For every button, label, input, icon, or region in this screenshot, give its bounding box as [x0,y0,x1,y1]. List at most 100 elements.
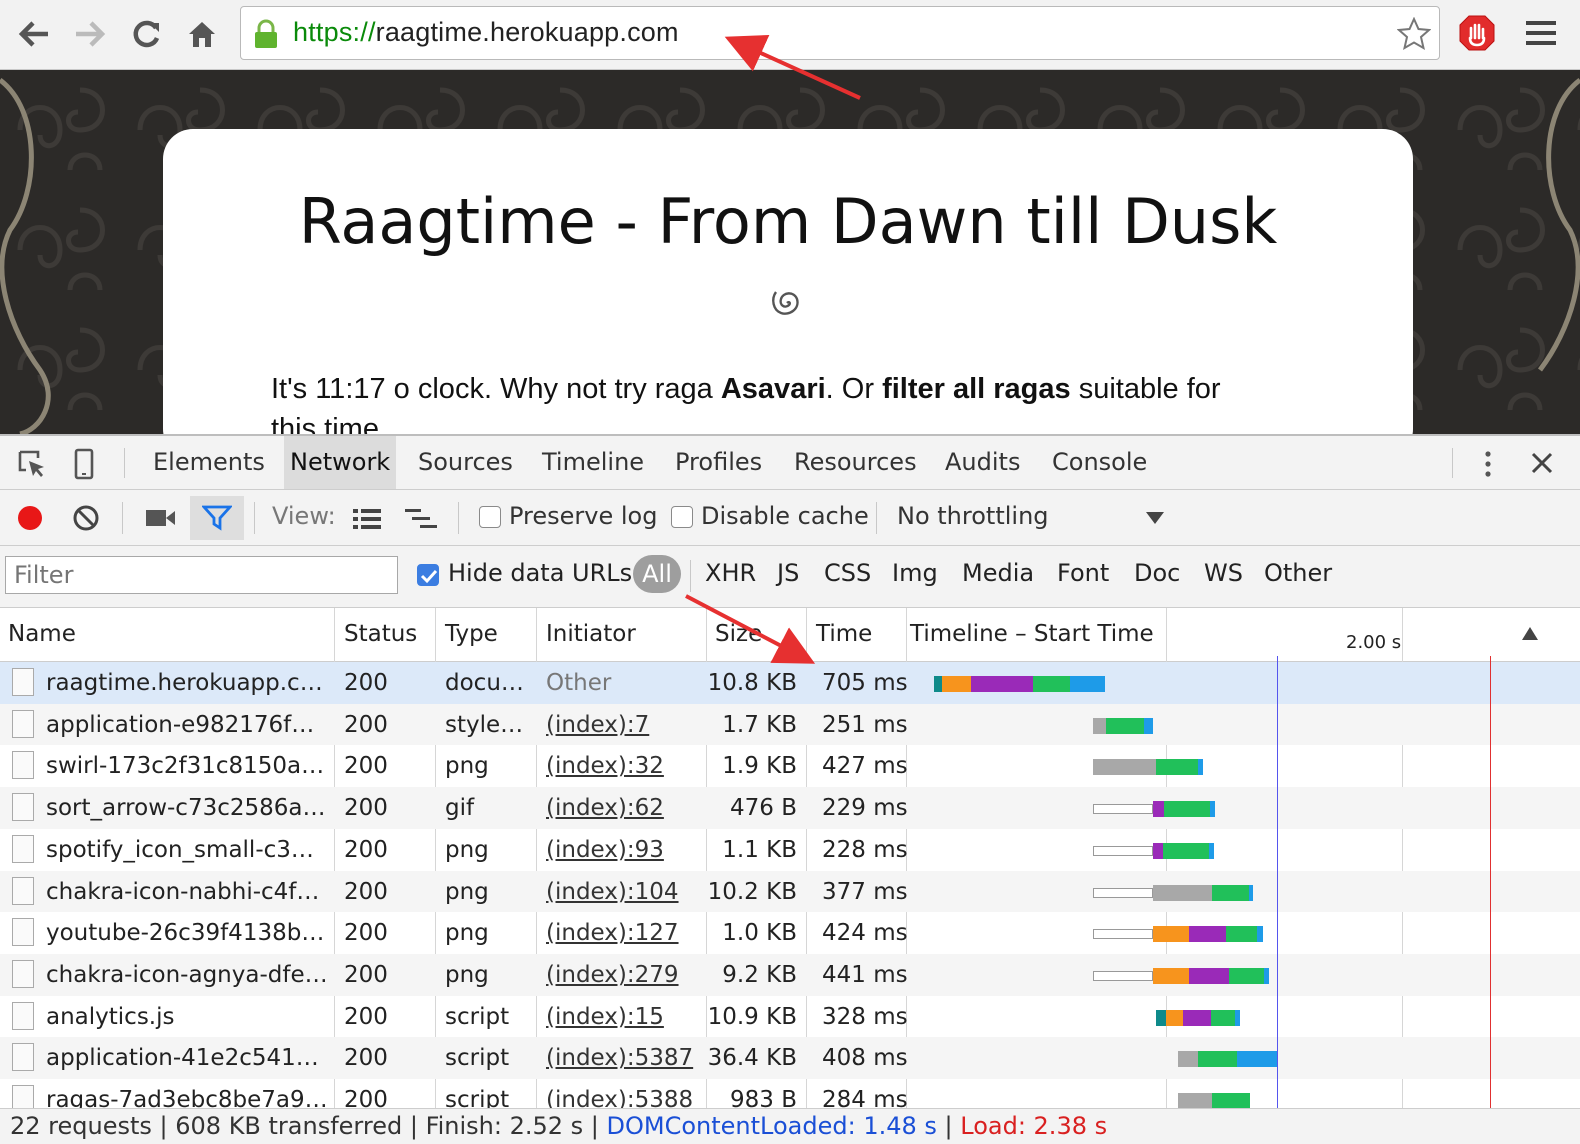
column-initiator[interactable]: Initiator [546,621,636,647]
table-row[interactable]: application-e982176f8… 200 styles… (index):… [0,703,1580,746]
tab-timeline[interactable]: Timeline [542,436,644,489]
request-initiator[interactable]: (index):5388 [546,1087,693,1108]
filter-type-js[interactable]: JS [777,559,799,587]
column-name[interactable]: Name [8,621,76,647]
address-bar[interactable]: https://raagtime.herokuapp.com [240,6,1440,60]
close-icon[interactable] [1530,451,1554,475]
more-options-icon[interactable] [1478,448,1498,480]
waterfall-bar-segment [1093,717,1106,734]
clear-icon[interactable] [72,504,100,532]
inspect-element-icon[interactable] [16,448,48,480]
table-row[interactable]: analytics.js 200 script (index):15 10.9 KB 32… [0,996,1580,1038]
waterfall-bar-segment [1153,926,1189,943]
table-row[interactable]: chakra-icon-agnya-dfe… 200 png (index):279 9… [0,953,1580,996]
filter-type-other[interactable]: Other [1264,559,1332,587]
preserve-log-label: Preserve log [509,502,658,530]
tab-resources[interactable]: Resources [794,436,917,489]
request-initiator[interactable]: (index):279 [546,962,679,988]
page-title: Raagtime - From Dawn till Dusk [298,185,1278,258]
preserve-log-checkbox[interactable] [479,506,501,528]
tab-profiles[interactable]: Profiles [675,436,762,489]
column-status[interactable]: Status [344,621,417,647]
table-row[interactable]: spotify_icon_small-c3d… 200 png (index):93 1… [0,829,1580,871]
request-initiator[interactable]: (index):127 [546,920,679,946]
column-time[interactable]: Time [816,621,872,647]
sort-ascending-icon[interactable] [1520,625,1540,643]
browser-toolbar: https://raagtime.herokuapp.com [0,0,1580,70]
adblock-stop-icon[interactable] [1458,14,1496,52]
hide-data-urls-checkbox[interactable] [417,564,439,586]
table-row[interactable]: swirl-173c2f31c8150a2… 200 png (index):32 1.… [0,745,1580,787]
request-size: 9.2 KB [722,961,797,988]
table-row[interactable]: ragas-7ad3ebc8be7a96… 200 script (index):53… [0,1079,1580,1108]
filter-type-font[interactable]: Font [1057,559,1109,587]
table-row[interactable]: raagtime.herokuapp.com 200 docu… Other 10.8 … [0,662,1580,704]
filter-input[interactable] [5,556,398,594]
filter-toggle-button[interactable] [190,496,244,540]
request-name[interactable]: raagtime.herokuapp.com [46,670,328,696]
large-rows-icon[interactable] [352,507,382,531]
table-row[interactable]: application-41e2c5416… 200 script (index):5… [0,1037,1580,1079]
request-name[interactable]: spotify_icon_small-c3d… [46,837,328,863]
request-initiator[interactable]: (index):62 [546,795,664,821]
request-initiator[interactable]: (index):104 [546,879,679,905]
table-row[interactable]: chakra-icon-nabhi-c4f… 200 png (index):104 1… [0,870,1580,913]
request-size: 1.7 KB [722,711,797,738]
request-initiator[interactable]: (index):32 [546,753,664,779]
home-button[interactable] [182,14,222,54]
dropdown-arrow-icon[interactable] [1144,510,1166,526]
waterfall-bar-segment [1093,970,1153,981]
request-name[interactable]: ragas-7ad3ebc8be7a96… [46,1087,328,1108]
swirl-icon [772,291,799,315]
menu-icon[interactable] [1524,18,1558,48]
throttling-select[interactable]: No throttling [897,502,1049,530]
table-row[interactable]: sort_arrow-c73c2586ad… 200 gif (index):62 47… [0,787,1580,829]
request-name[interactable]: analytics.js [46,1004,328,1030]
request-type: png [445,836,489,863]
request-name[interactable]: application-e982176f8… [46,712,328,738]
request-name[interactable]: swirl-173c2f31c8150a2… [46,753,328,779]
filter-ragas-link[interactable]: filter all ragas [882,373,1071,405]
filter-type-doc[interactable]: Doc [1134,559,1180,587]
request-initiator[interactable]: (index):5387 [546,1045,693,1071]
request-name[interactable]: application-41e2c5416… [46,1045,328,1071]
tab-sources[interactable]: Sources [418,436,513,489]
filter-type-xhr[interactable]: XHR [705,559,756,587]
request-status: 200 [344,753,388,780]
capture-screenshots-icon[interactable] [144,507,176,529]
bookmark-star-icon[interactable] [1397,17,1431,51]
reload-button[interactable] [126,14,166,54]
request-name[interactable]: chakra-icon-nabhi-c4f… [46,879,328,905]
tab-audits[interactable]: Audits [945,436,1020,489]
back-button[interactable] [14,14,54,54]
filter-type-ws[interactable]: WS [1204,559,1243,587]
filter-type-css[interactable]: CSS [824,559,871,587]
forward-button[interactable] [70,14,110,54]
overview-icon[interactable] [404,507,438,531]
filter-type-all[interactable]: All [633,555,681,593]
waterfall-bar-segment [1198,1051,1237,1068]
tab-console[interactable]: Console [1052,436,1147,489]
waterfall-bar-segment [1178,1093,1212,1108]
request-name[interactable]: sort_arrow-c73c2586ad… [46,795,328,821]
record-icon[interactable] [16,504,44,532]
filter-type-img[interactable]: Img [892,559,938,587]
request-name[interactable]: youtube-26c39f4138b0… [46,920,328,946]
request-initiator[interactable]: (index):15 [546,1004,664,1030]
tab-elements[interactable]: Elements [153,436,265,489]
column-type[interactable]: Type [445,621,498,647]
request-initiator[interactable]: (index):93 [546,837,664,863]
intro-line2: this time [271,413,379,434]
request-initiator[interactable]: (index):7 [546,712,649,738]
column-size[interactable]: Size [715,621,762,647]
filter-type-media[interactable]: Media [962,559,1034,587]
request-name[interactable]: chakra-icon-agnya-dfe… [46,962,328,988]
funnel-icon [202,505,232,531]
waterfall-bar-segment [1093,929,1153,940]
raga-link[interactable]: Asavari [721,373,826,405]
column-timeline[interactable]: Timeline – Start Time [910,621,1154,647]
disable-cache-checkbox[interactable] [671,506,693,528]
table-row[interactable]: youtube-26c39f4138b0… 200 png (index):127 1.… [0,912,1580,954]
tab-network[interactable]: Network [284,436,397,489]
device-mode-icon[interactable] [72,448,96,480]
